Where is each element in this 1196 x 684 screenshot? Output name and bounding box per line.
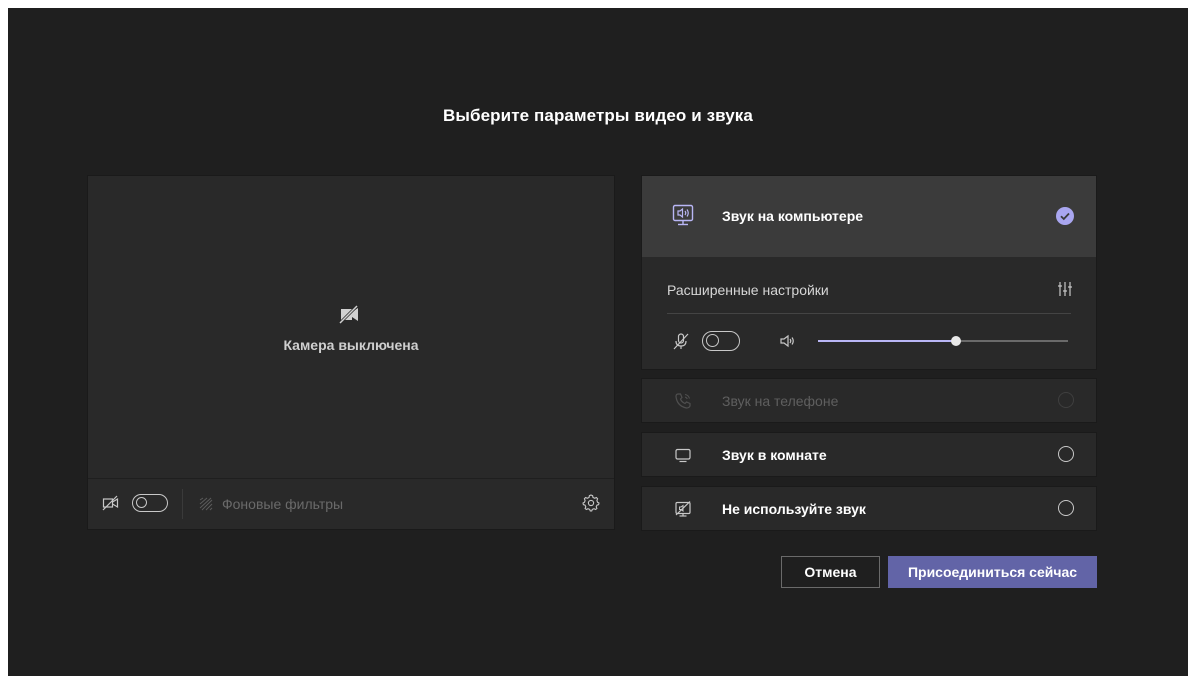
equalizer-icon[interactable] xyxy=(1056,280,1074,298)
camera-status-text: Камера выключена xyxy=(283,337,419,353)
camera-off-icon xyxy=(338,303,362,325)
no-audio-option[interactable]: Не используйте звук xyxy=(641,486,1097,531)
volume-slider[interactable] xyxy=(818,336,1068,346)
camera-toggle[interactable] xyxy=(132,494,168,512)
checkmark-icon xyxy=(1056,207,1074,225)
room-display-icon xyxy=(674,446,692,464)
computer-audio-header[interactable]: Звук на компьютере xyxy=(642,176,1096,257)
mic-toggle[interactable] xyxy=(702,331,740,351)
video-preview-area: Камера выключена xyxy=(88,176,614,479)
advanced-divider xyxy=(667,313,1071,314)
room-audio-option[interactable]: Звук в комнате xyxy=(641,432,1097,477)
video-toolbar: Фоновые фильтры xyxy=(88,478,614,529)
volume-slider-thumb[interactable] xyxy=(950,336,961,346)
advanced-settings-label[interactable]: Расширенные настройки xyxy=(667,282,829,298)
speaker-icon xyxy=(779,332,797,350)
camera-off-icon[interactable] xyxy=(102,495,120,511)
page-title: Выберите параметры видео и звука xyxy=(443,106,753,125)
phone-audio-radio[interactable] xyxy=(1058,392,1074,408)
no-audio-radio[interactable] xyxy=(1058,500,1074,516)
no-audio-icon xyxy=(674,500,692,518)
volume-slider-fill xyxy=(818,340,956,342)
background-filters-button[interactable]: Фоновые фильтры xyxy=(222,496,343,512)
toggle-knob xyxy=(136,497,147,508)
room-audio-radio[interactable] xyxy=(1058,446,1074,462)
computer-audio-label: Звук на компьютере xyxy=(722,208,864,224)
no-audio-label: Не используйте звук xyxy=(722,501,866,517)
mic-off-icon[interactable] xyxy=(672,332,690,350)
background-filters-icon xyxy=(198,496,214,512)
computer-audio-option[interactable]: Звук на компьютере Расширенные настройки xyxy=(641,175,1097,370)
toolbar-divider xyxy=(182,489,183,519)
phone-audio-option[interactable]: Звук на телефоне xyxy=(641,378,1097,423)
video-preview-panel: Камера выключена Фоновые фильтры xyxy=(87,175,615,530)
cancel-button[interactable]: Отмена xyxy=(781,556,880,588)
toggle-knob xyxy=(706,334,719,347)
prejoin-screen: Выберите параметры видео и звука Камера … xyxy=(8,8,1188,676)
room-audio-label: Звук в комнате xyxy=(722,447,827,463)
phone-icon xyxy=(674,392,692,410)
join-now-button[interactable]: Присоединиться сейчас xyxy=(888,556,1097,588)
monitor-speaker-icon xyxy=(672,204,694,228)
gear-icon[interactable] xyxy=(582,494,600,512)
phone-audio-label: Звук на телефоне xyxy=(722,393,839,409)
